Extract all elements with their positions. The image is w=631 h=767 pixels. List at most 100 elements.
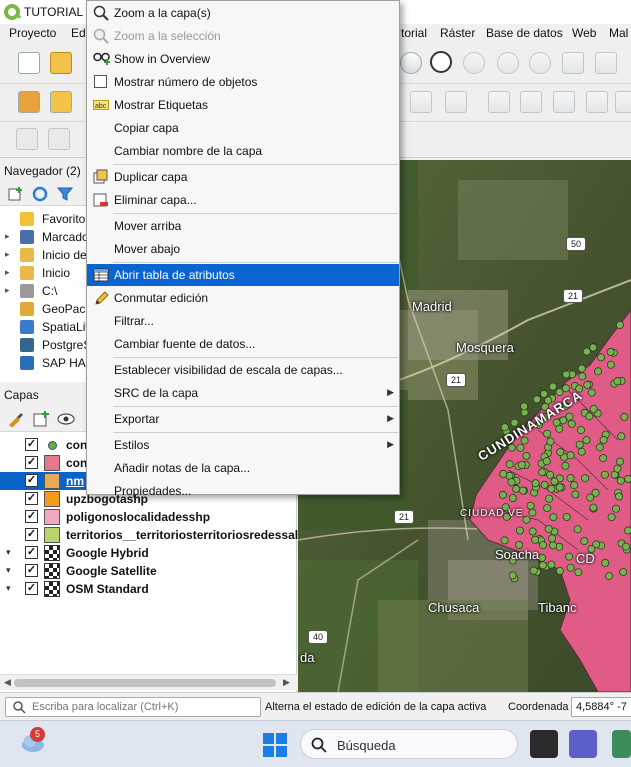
zoom-full-icon[interactable]	[497, 52, 519, 74]
menu-item-show-in-overview[interactable]: Show in Overview	[87, 48, 399, 70]
menu-item-zoom-a-la-capa-s[interactable]: Zoom a la capa(s)	[87, 2, 399, 24]
add-selected-icon[interactable]	[8, 186, 24, 202]
layer-visibility-checkbox[interactable]: ✓	[25, 546, 38, 559]
menu-malla[interactable]: Mal	[609, 26, 628, 40]
layer-name: Google Satellite	[66, 564, 157, 578]
layer-row[interactable]: ✓ territorios__territoriosterritoriosrede…	[0, 526, 298, 544]
road-sign-21-south: 21	[394, 510, 414, 524]
taskbar-app-icon[interactable]	[612, 730, 631, 758]
scroll-right-icon[interactable]: ▶	[283, 677, 290, 688]
new-bookmark-icon[interactable]	[595, 52, 617, 74]
menu-item-estilos[interactable]: Estilos ▶	[87, 434, 399, 456]
open-project-icon[interactable]	[50, 52, 72, 74]
layer-visibility-checkbox[interactable]: ✓	[25, 456, 38, 469]
expand-arrow-icon[interactable]: ▸	[5, 231, 10, 242]
copy-features-icon[interactable]	[586, 91, 608, 113]
scroll-left-icon[interactable]: ◀	[4, 677, 11, 688]
modify-attributes-icon[interactable]	[488, 91, 510, 113]
layer-visibility-checkbox[interactable]: ✓	[25, 438, 38, 451]
layer-row[interactable]: ▾ ✓ Google Satellite	[0, 562, 297, 580]
locator-input[interactable]	[32, 700, 257, 714]
layer-visibility-checkbox[interactable]: ✓	[25, 528, 38, 541]
zoom-in-icon[interactable]	[430, 51, 452, 73]
menu-raster[interactable]: Ráster	[440, 26, 475, 40]
expand-arrow-icon[interactable]: ▸	[5, 249, 10, 260]
new-layer-icon[interactable]	[50, 91, 72, 113]
map-point	[567, 419, 576, 428]
menu-item-abrir-tabla-de-atributos[interactable]: Abrir tabla de atributos	[87, 264, 399, 286]
menu-item-filtrar[interactable]: Filtrar...	[87, 310, 399, 332]
map-point	[619, 568, 628, 577]
add-feature-icon[interactable]	[410, 91, 432, 113]
menu-base-de-datos[interactable]: Base de datos	[486, 26, 563, 40]
stretch-icon[interactable]	[48, 128, 70, 150]
layer-visibility-checkbox[interactable]: ✓	[25, 564, 38, 577]
new-project-icon[interactable]	[18, 52, 40, 74]
menu-item-mover-abajo[interactable]: Mover abajo	[87, 238, 399, 260]
style-panel-icon[interactable]	[7, 411, 25, 427]
menu-web[interactable]: Web	[572, 26, 596, 40]
zoom-native-icon[interactable]	[463, 52, 485, 74]
layers-horizontal-scrollbar[interactable]: ◀ ▶	[0, 674, 297, 690]
menu-item-mover-arriba[interactable]: Mover arriba	[87, 215, 399, 237]
map-point	[531, 535, 540, 544]
menu-item-anadir-notas-de-la-capa[interactable]: Añadir notas de la capa...	[87, 457, 399, 479]
menu-item-conmutar-edicion[interactable]: Conmutar edición	[87, 287, 399, 309]
map-point	[570, 481, 579, 490]
menu-item-label: Establecer visibilidad de escala de capa…	[114, 363, 343, 377]
layer-visibility-checkbox[interactable]: ✓	[25, 510, 38, 523]
refresh-icon[interactable]	[32, 186, 48, 202]
manage-visibility-icon[interactable]	[57, 411, 75, 427]
layer-symbol-icon	[44, 437, 60, 453]
pan-icon[interactable]	[400, 52, 422, 74]
expand-arrow-icon[interactable]: ▾	[6, 547, 11, 558]
coordinate-field[interactable]: 4,5884° -7	[571, 697, 631, 717]
menu-item-label: Mostrar número de objetos	[114, 75, 258, 89]
menu-edicion[interactable]: Ed	[71, 26, 86, 40]
teams-icon[interactable]	[569, 730, 597, 758]
expand-arrow-icon[interactable]: ▾	[6, 565, 11, 576]
task-view-icon[interactable]	[530, 730, 558, 758]
menu-item-establecer-visibilidad-de-escala-de-capas[interactable]: Establecer visibilidad de escala de capa…	[87, 359, 399, 381]
start-button[interactable]	[263, 733, 287, 757]
paste-features-icon[interactable]	[615, 91, 631, 113]
add-group-icon[interactable]	[32, 410, 50, 428]
layer-visibility-checkbox[interactable]: ✓	[25, 582, 38, 595]
expand-arrow-icon[interactable]: ▾	[6, 583, 11, 594]
expand-arrow-icon[interactable]: ▸	[5, 285, 10, 296]
delete-selected-icon[interactable]	[520, 91, 542, 113]
menu-item-cambiar-nombre-de-la-capa[interactable]: Cambiar nombre de la capa	[87, 140, 399, 162]
map-label-madrid: Madrid	[412, 299, 452, 314]
menu-item-copiar-capa[interactable]: Copiar capa	[87, 117, 399, 139]
layer-visibility-checkbox[interactable]: ✓	[25, 474, 38, 487]
cut-features-icon[interactable]	[553, 91, 575, 113]
menu-item-src-de-la-capa[interactable]: SRC de la capa ▶	[87, 382, 399, 404]
menu-item-mostrar-numero-de-objetos[interactable]: Mostrar número de objetos	[87, 71, 399, 93]
menu-item-exportar[interactable]: Exportar ▶	[87, 408, 399, 430]
submenu-arrow-icon: ▶	[387, 387, 394, 397]
zoom-selection-toolbar-icon[interactable]	[529, 52, 551, 74]
filter-icon[interactable]	[57, 186, 73, 202]
layer-row[interactable]: ✓ poligonoslocalidadesshp	[0, 508, 297, 526]
zoom-layer-toolbar-icon[interactable]	[562, 52, 584, 74]
menu-proyecto[interactable]: Proyecto	[9, 26, 56, 40]
menu-tutorial[interactable]: torial	[401, 26, 427, 40]
menu-item-mostrar-etiquetas[interactable]: abc Mostrar Etiquetas	[87, 94, 399, 116]
locator-box[interactable]	[5, 697, 261, 717]
menu-item-propiedades[interactable]: Propiedades...	[87, 480, 399, 502]
menu-item-eliminar-capa[interactable]: Eliminar capa...	[87, 189, 399, 211]
vertex-tool-icon[interactable]	[445, 91, 467, 113]
data-source-manager-icon[interactable]	[18, 91, 40, 113]
menu-item-duplicar-capa[interactable]: Duplicar capa	[87, 166, 399, 188]
layer-row[interactable]: ▾ ✓ OSM Standard	[0, 580, 297, 598]
menu-item-label: Estilos	[114, 438, 150, 452]
taskbar-search-box[interactable]: Búsqueda	[300, 729, 518, 759]
map-point	[562, 512, 571, 521]
scrollbar-thumb[interactable]	[14, 679, 276, 687]
layer-row[interactable]: ▾ ✓ Google Hybrid	[0, 544, 297, 562]
expand-arrow-icon[interactable]: ▸	[5, 267, 10, 278]
layer-visibility-checkbox[interactable]: ✓	[25, 492, 38, 505]
layer-name: Google Hybrid	[66, 546, 149, 560]
menu-item-cambiar-fuente-de-datos[interactable]: Cambiar fuente de datos...	[87, 333, 399, 355]
histogram-icon[interactable]	[16, 128, 38, 150]
